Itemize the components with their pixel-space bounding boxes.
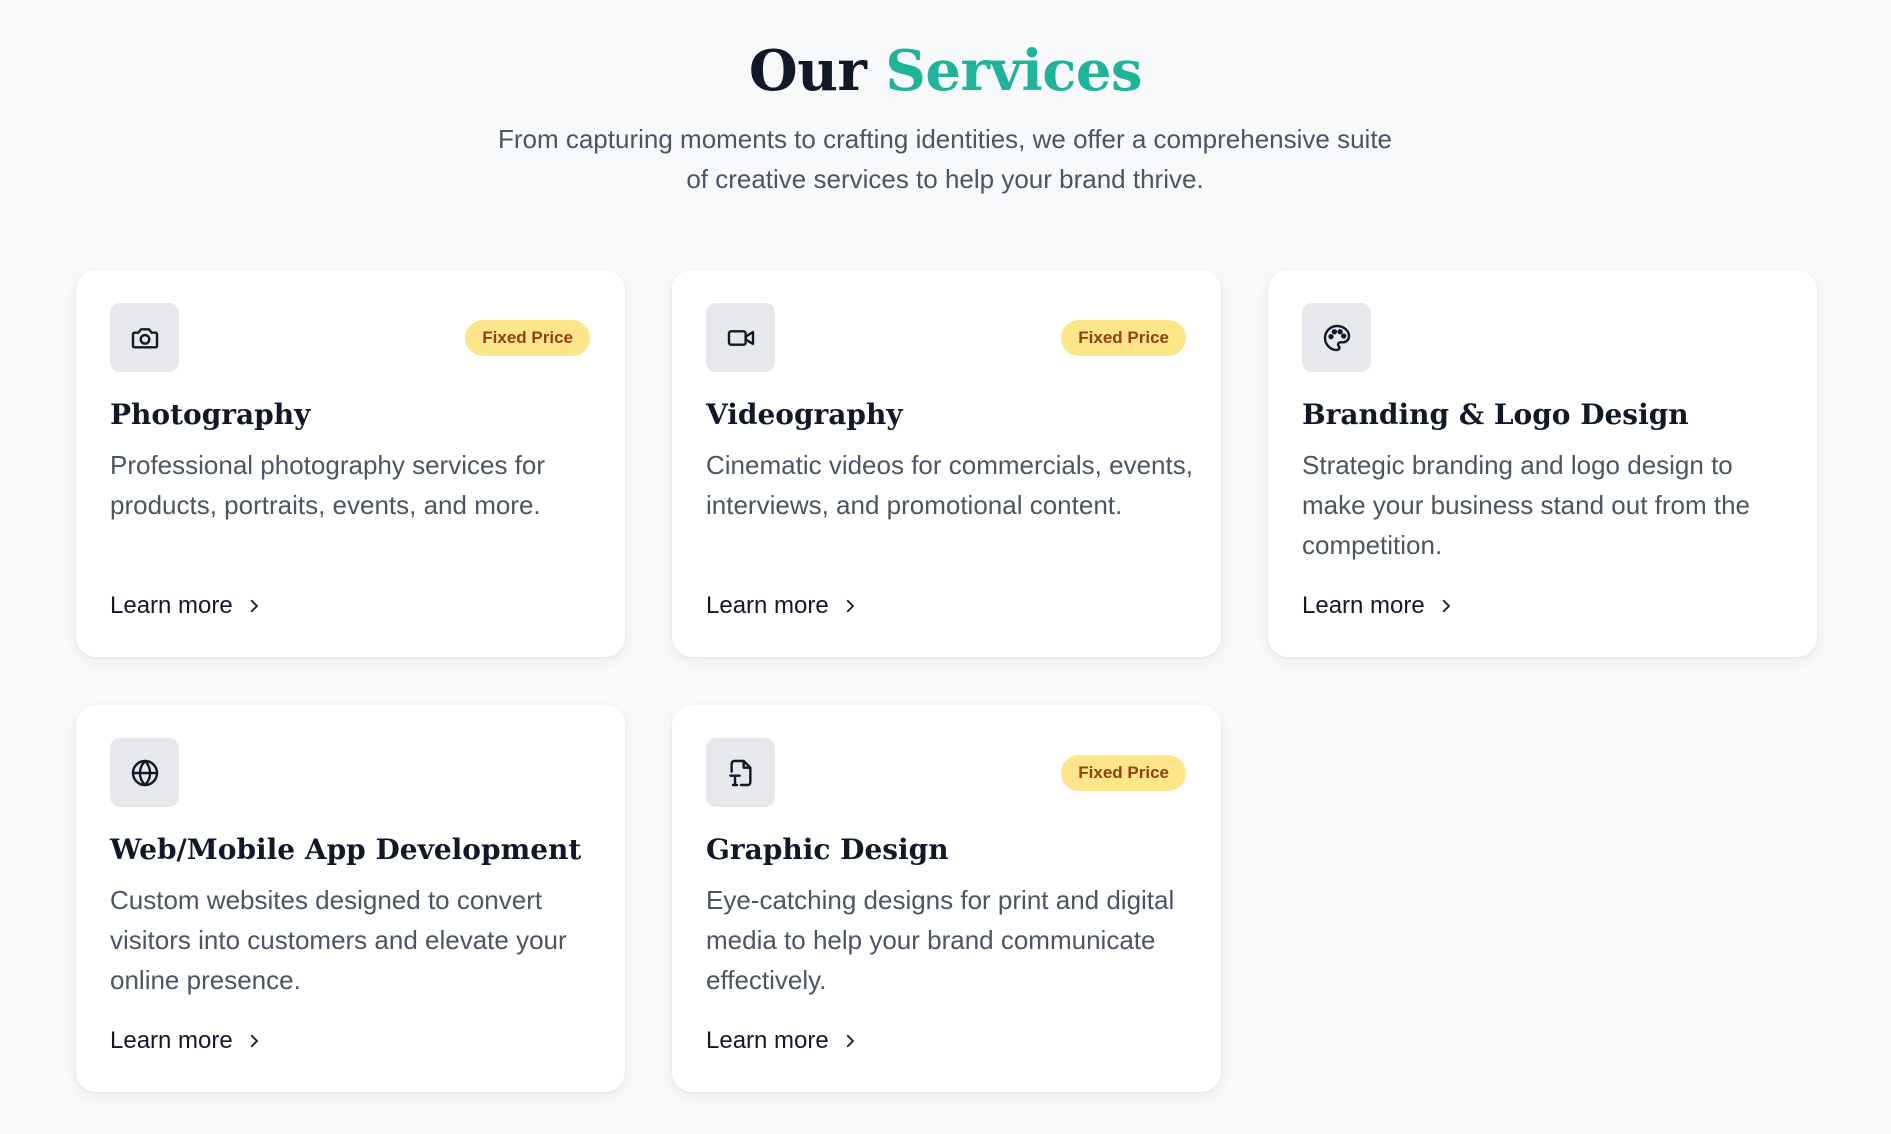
- chevron-right-icon: [846, 599, 854, 613]
- chevron-right-icon: [250, 599, 258, 613]
- chevron-right-icon: [250, 1034, 258, 1048]
- section-subtitle-line-2: of creative services to help your brand …: [686, 164, 1204, 194]
- service-card-graphic-design: Fixed Price Graphic Design Eye-catching …: [672, 705, 1221, 1092]
- palette-icon: [1302, 303, 1371, 372]
- service-description: Custom websites designed to convert visi…: [110, 885, 567, 995]
- camera-icon: [110, 303, 179, 372]
- section-title-plain: Our: [748, 38, 867, 104]
- service-card-photography: Fixed Price Photography Professional pho…: [76, 270, 625, 657]
- section-subtitle: From capturing moments to crafting ident…: [445, 119, 1445, 199]
- service-card-videography: Fixed Price Videography Cinematic videos…: [672, 270, 1221, 657]
- fixed-price-badge: Fixed Price: [1061, 755, 1186, 791]
- learn-more-link[interactable]: Learn more: [706, 1025, 859, 1057]
- section-title-accent: Services: [885, 38, 1143, 104]
- service-description: Strategic branding and logo design to ma…: [1302, 450, 1751, 560]
- section-title: Our Services: [0, 38, 1891, 104]
- service-title: Branding & Logo Design: [1302, 398, 1689, 431]
- service-card-web-development: Web/Mobile App Development Custom websit…: [76, 705, 625, 1092]
- service-title: Web/Mobile App Development: [110, 833, 582, 866]
- learn-more-label: Learn more: [110, 1027, 233, 1054]
- learn-more-link[interactable]: Learn more: [110, 1025, 263, 1057]
- chevron-right-icon: [1442, 599, 1450, 613]
- learn-more-link[interactable]: Learn more: [1302, 590, 1455, 622]
- globe-icon: [110, 738, 179, 807]
- fixed-price-badge: Fixed Price: [1061, 320, 1186, 356]
- chevron-right-icon: [846, 1034, 854, 1048]
- learn-more-label: Learn more: [1302, 592, 1425, 619]
- fixed-price-badge: Fixed Price: [465, 320, 590, 356]
- services-section: Our Services From capturing moments to c…: [0, 0, 1891, 1134]
- service-description: Cinematic videos for commercials, events…: [706, 450, 1193, 520]
- service-description: Eye-catching designs for print and digit…: [706, 885, 1175, 995]
- service-title: Photography: [110, 398, 311, 431]
- service-card-branding: Branding & Logo Design Strategic brandin…: [1268, 270, 1817, 657]
- service-description: Professional photography services for pr…: [110, 450, 546, 520]
- video-camera-icon: [706, 303, 775, 372]
- service-title: Videography: [706, 398, 903, 431]
- learn-more-link[interactable]: Learn more: [706, 590, 859, 622]
- file-type-icon: [706, 738, 775, 807]
- learn-more-label: Learn more: [110, 592, 233, 619]
- learn-more-link[interactable]: Learn more: [110, 590, 263, 622]
- section-subtitle-line-1: From capturing moments to crafting ident…: [497, 124, 1393, 154]
- learn-more-label: Learn more: [706, 1027, 829, 1054]
- service-title: Graphic Design: [706, 833, 949, 866]
- learn-more-label: Learn more: [706, 592, 829, 619]
